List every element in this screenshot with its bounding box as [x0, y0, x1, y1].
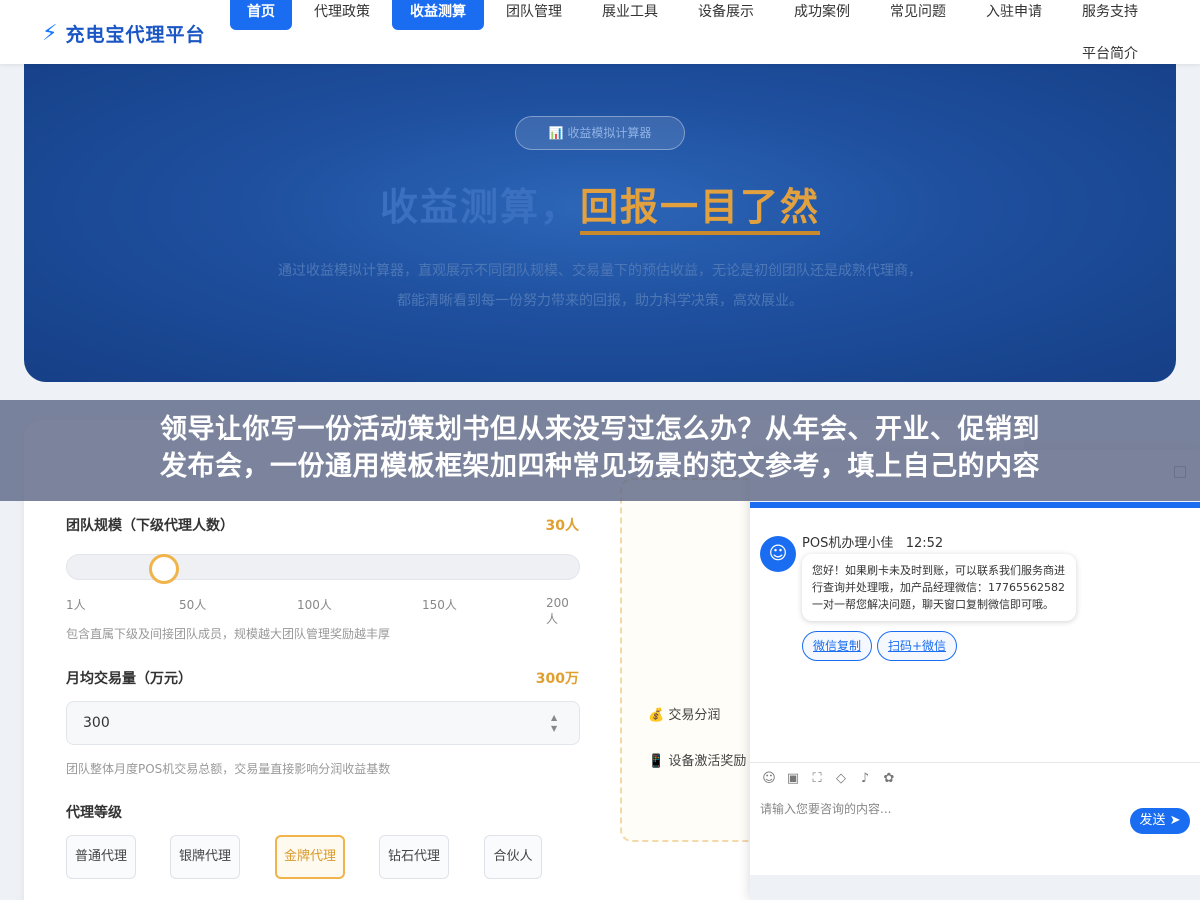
emoji-icon[interactable]: ☺: [760, 770, 778, 788]
chat-input[interactable]: 请输入您要咨询的内容...: [760, 800, 891, 817]
slider-tick: 200人: [546, 596, 569, 626]
hero-section: 📊 收益模拟计算器 收益测算，回报一目了然 通过收益模拟计算器，直观展示不同团队…: [24, 64, 1176, 382]
volume-input-value: 300: [83, 715, 110, 731]
calculator-badge: 📊 收益模拟计算器: [515, 116, 685, 150]
team-size-label: 团队规模（下级代理人数）: [66, 518, 234, 534]
voice-icon[interactable]: ♪: [856, 770, 874, 788]
nav-team-mgmt[interactable]: 团队管理: [494, 0, 574, 30]
income-item-trade-share: 💰 交易分润: [648, 708, 721, 723]
banner-line-2: 发布会，一份通用模板框架加四种常见场景的范文参考，填上自己的内容: [160, 451, 1040, 482]
slider-thumb[interactable]: [149, 554, 179, 584]
team-size-hint: 包含直属下级及间接团队成员，规模越大团队管理奖励越丰厚: [66, 627, 391, 641]
nav-join[interactable]: 入驻申请: [974, 0, 1054, 30]
nav-income-calc[interactable]: 收益测算: [392, 0, 484, 30]
level-option-partner[interactable]: 合伙人: [484, 835, 542, 879]
send-label: 发送: [1139, 813, 1166, 828]
volume-label: 月均交易量（万元）: [66, 671, 192, 687]
hero-title-part1: 收益测算，: [379, 185, 580, 229]
volume-value: 300万: [535, 671, 579, 687]
agent-level-label: 代理等级: [66, 805, 122, 821]
overlay-banner: 领导让你写一份活动策划书但从来没写过怎么办？从年会、开业、促销到 发布会，一份通…: [0, 400, 1200, 501]
nav-device-showcase[interactable]: 设备展示: [686, 0, 766, 30]
nav-service[interactable]: 服务支持: [1070, 0, 1150, 30]
slider-tick: 100人: [297, 598, 332, 612]
team-size-value: 30人: [545, 518, 579, 534]
copy-wechat-button[interactable]: 微信复制: [802, 631, 872, 661]
site-logo[interactable]: ⚡ 充电宝代理平台: [42, 20, 205, 47]
stepper-arrows-icon[interactable]: ▲ ▼: [551, 712, 561, 734]
tag-icon[interactable]: ◇: [832, 770, 850, 788]
rating-icon[interactable]: ✿: [880, 770, 898, 788]
level-option-regular[interactable]: 普通代理: [66, 835, 136, 879]
nav-success-cases[interactable]: 成功案例: [782, 0, 862, 30]
send-arrow-icon: ➤: [1169, 813, 1181, 828]
customer-chat-widget: ☺ POS机办理小佳 12:52 您好！如果刷卡未及时到账，可以联系我们服务商进…: [750, 450, 1200, 900]
level-option-gold[interactable]: 金牌代理: [275, 835, 345, 879]
level-option-diamond[interactable]: 钻石代理: [379, 835, 449, 879]
send-button[interactable]: 发送 ➤: [1130, 808, 1190, 834]
image-icon[interactable]: ▣: [784, 770, 802, 788]
slider-tick: 50人: [179, 598, 207, 612]
screenshot-icon[interactable]: ⛶: [808, 770, 826, 788]
chat-footer: [750, 875, 1200, 900]
agent-message: 您好！如果刷卡未及时到账，可以联系我们服务商进行查询并处理哦，加产品经理微信：1…: [802, 554, 1076, 621]
hero-title-part2: 回报一目了然: [580, 185, 821, 235]
chat-divider: [750, 762, 1200, 763]
top-nav-bar: ⚡ 充电宝代理平台 首页 代理政策 收益测算 团队管理 展业工具 设备展示 成功…: [0, 0, 1200, 64]
team-size-slider[interactable]: [66, 554, 580, 584]
nav-agent-policy[interactable]: 代理政策: [302, 0, 382, 30]
site-logo-text: 充电宝代理平台: [65, 24, 206, 46]
level-option-silver[interactable]: 银牌代理: [170, 835, 240, 879]
slider-tick: 1人: [66, 598, 86, 612]
hero-title: 收益测算，回报一目了然: [24, 176, 1176, 235]
nav-faq[interactable]: 常见问题: [878, 0, 958, 30]
agent-name: POS机办理小佳: [802, 536, 894, 551]
hero-description: 通过收益模拟计算器，直观展示不同团队规模、交易量下的预估收益，无论是初创团队还是…: [278, 263, 922, 309]
income-item-activation-reward: 📱 设备激活奖励: [648, 754, 747, 769]
slider-tick: 150人: [422, 598, 457, 612]
agent-name-time: POS机办理小佳 12:52: [802, 532, 943, 551]
nav-home[interactable]: 首页: [230, 0, 292, 30]
nav-business-tools[interactable]: 展业工具: [590, 0, 670, 30]
agent-avatar: ☺: [760, 536, 796, 572]
volume-input[interactable]: 300 ▲ ▼: [66, 701, 580, 745]
slider-ticks: 1人 50人 100人 150人 200人: [66, 596, 580, 626]
nav-about[interactable]: 平台简介: [1070, 42, 1150, 72]
message-time: 12:52: [905, 536, 944, 551]
lightning-icon: ⚡: [42, 20, 58, 46]
scan-wechat-button[interactable]: 扫码+微信: [877, 631, 957, 661]
volume-hint: 团队整体月度POS机交易总额，交易量直接影响分润收益基数: [66, 762, 391, 776]
banner-line-1: 领导让你写一份活动策划书但从来没写过怎么办？从年会、开业、促销到: [160, 414, 1040, 445]
